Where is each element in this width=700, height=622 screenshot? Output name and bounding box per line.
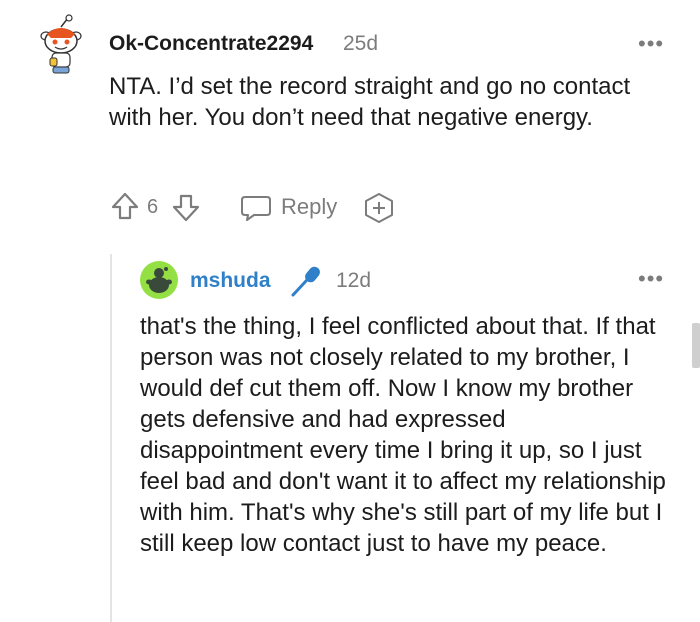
comment-username[interactable]: mshuda: [190, 269, 271, 293]
thread-line[interactable]: [110, 254, 112, 622]
scrollbar-thumb[interactable]: [692, 323, 700, 368]
comment-body: NTA. I’d set the record straight and go …: [109, 73, 631, 131]
chat-bubble-icon: [241, 196, 271, 221]
comment-age: 25d: [343, 32, 379, 55]
reply-button[interactable]: Reply: [240, 193, 340, 223]
award-plus-icon: [365, 193, 393, 223]
vote-count: 6: [147, 196, 159, 218]
comment-username[interactable]: Ok-Concentrate2294: [109, 32, 313, 56]
snoo-avatar-icon: [140, 261, 178, 299]
upvote-button[interactable]: [110, 191, 140, 226]
award-button[interactable]: [363, 192, 395, 229]
arrow-down-icon: [172, 194, 200, 222]
comment-age: 12d: [336, 269, 372, 292]
downvote-button[interactable]: [171, 193, 201, 228]
avatar[interactable]: [38, 14, 84, 76]
more-options-button[interactable]: •••: [638, 31, 664, 57]
reply-label: Reply: [281, 194, 338, 219]
microphone-icon: [288, 264, 322, 303]
snoo-avatar-icon: [40, 14, 82, 74]
more-options-button[interactable]: •••: [638, 266, 664, 292]
comment-body: that's the thing, I feel conflicted abou…: [140, 313, 666, 557]
avatar[interactable]: [139, 260, 179, 300]
arrow-up-icon: [111, 192, 139, 220]
